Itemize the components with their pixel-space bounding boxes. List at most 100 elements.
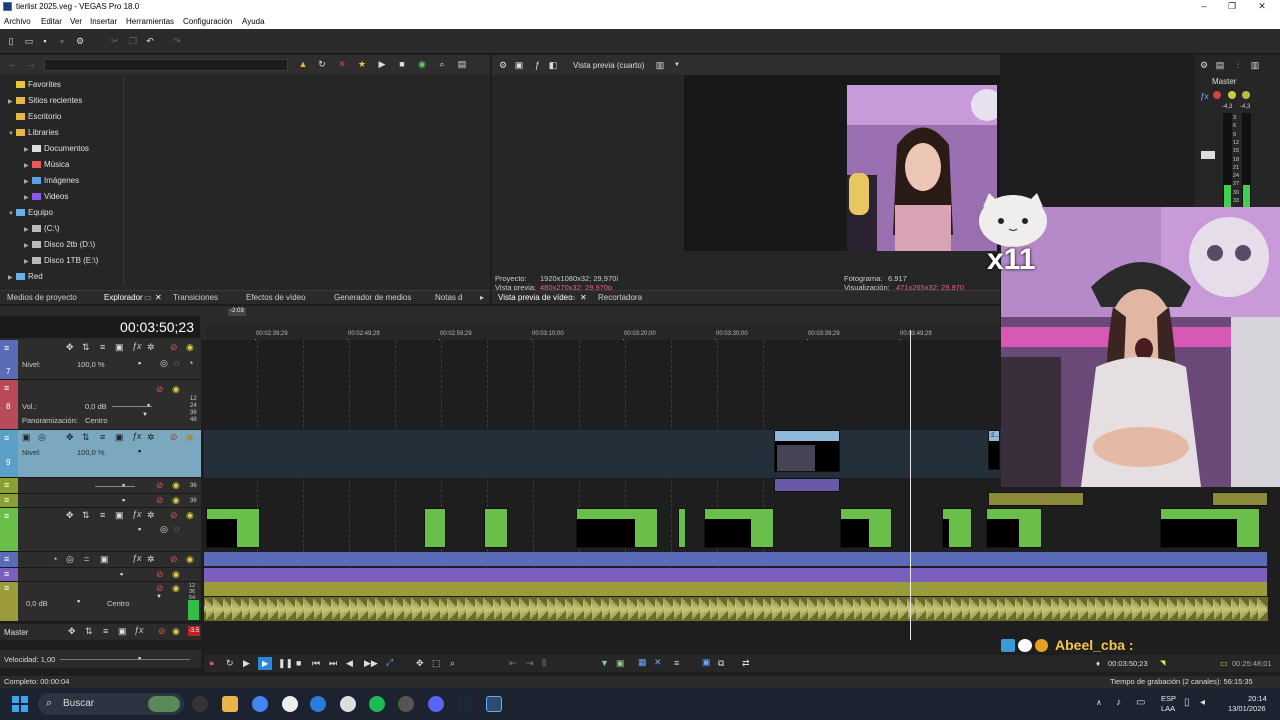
tray-network-icon[interactable]: ▯ bbox=[1184, 697, 1190, 708]
track-solo-icon[interactable]: ◉ bbox=[172, 495, 180, 506]
audio-pan-knob[interactable]: ▼ bbox=[156, 594, 162, 600]
track-motion-icon[interactable]: ✥ bbox=[66, 432, 74, 443]
next-frame-icon[interactable]: ▶▶ bbox=[364, 658, 378, 669]
track-menu-icon[interactable]: ≡ bbox=[4, 343, 9, 353]
track-automation-icon[interactable]: ✲ bbox=[147, 342, 155, 353]
video-clip[interactable] bbox=[774, 430, 840, 472]
file-explorer-icon[interactable] bbox=[222, 696, 238, 712]
menu-herramientas[interactable]: Herramientas bbox=[126, 17, 174, 26]
track-mute-icon[interactable]: ⊘ bbox=[156, 583, 164, 594]
audio-waveform[interactable] bbox=[204, 597, 1268, 621]
redo-icon[interactable]: ↷ bbox=[172, 36, 182, 46]
tree-expand-icon[interactable]: ▶ bbox=[24, 178, 32, 185]
track1-level-slider[interactable]: ▪ bbox=[138, 358, 141, 368]
video-clip-green[interactable] bbox=[840, 508, 892, 548]
track-menu-icon[interactable]: ≡ bbox=[4, 480, 9, 490]
video-clip-green[interactable] bbox=[484, 508, 508, 548]
tree-expand-icon[interactable]: ▶ bbox=[24, 258, 32, 265]
envelope-tool-icon[interactable]: ✥ bbox=[416, 658, 424, 669]
track-menu-icon[interactable]: ≡ bbox=[4, 511, 9, 521]
track6-level-slider[interactable]: ▪ bbox=[138, 524, 141, 534]
tree-item-star[interactable]: Favorites bbox=[8, 80, 61, 92]
track-solo-icon[interactable]: ◉ bbox=[172, 480, 180, 491]
widgets-icon[interactable] bbox=[192, 696, 208, 712]
track-compositing-icon[interactable]: ⇅ bbox=[82, 342, 90, 353]
preview-settings-icon[interactable]: ⚙ bbox=[498, 60, 508, 70]
track-motion-icon[interactable]: ✥ bbox=[66, 510, 74, 521]
track-mute-icon[interactable]: ⊘ bbox=[170, 554, 178, 565]
tree-expand-icon[interactable]: ▶ bbox=[8, 98, 16, 105]
tree-item-doc[interactable]: ▶ Documentos bbox=[24, 144, 89, 156]
track-composite-mode-icon[interactable]: ≡ bbox=[100, 510, 105, 520]
tree-expand-icon[interactable]: ▶ bbox=[24, 194, 32, 201]
video-clip-green[interactable] bbox=[678, 508, 686, 548]
track6-link-icon[interactable]: ◎ bbox=[160, 524, 168, 535]
tree-item-folder[interactable]: ▶ Sitios recientes bbox=[8, 96, 82, 108]
track-mute-icon[interactable]: ⊘ bbox=[170, 432, 178, 443]
track-fx-icon[interactable]: ƒx bbox=[132, 431, 142, 441]
menu-ayuda[interactable]: Ayuda bbox=[242, 17, 265, 26]
clock-date[interactable]: 13/01/2026 bbox=[1228, 704, 1266, 713]
track-solo-icon[interactable]: ◉ bbox=[172, 569, 180, 580]
track-header-audio-7[interactable]: ≡ ◔ ◎ = ▣ ƒx ✲ ⊘ ◉ bbox=[0, 552, 201, 568]
master-mixer-icon[interactable]: ▤ bbox=[1215, 60, 1225, 70]
ripple-icon[interactable]: ≡ bbox=[674, 658, 679, 668]
preview-quality-select[interactable]: Vista previa (cuarto) bbox=[573, 61, 644, 70]
app-grey-icon[interactable] bbox=[398, 696, 414, 712]
preview-tab-undock-icon[interactable]: ▭ bbox=[568, 293, 576, 302]
tab-vista-previa-video[interactable]: Vista previa de vídeo bbox=[498, 293, 573, 302]
split-screen-icon[interactable]: ◧ bbox=[548, 60, 558, 70]
minimize-button[interactable]: – bbox=[1192, 1, 1216, 11]
lang-layout[interactable]: LAA bbox=[1161, 704, 1175, 713]
track-mute-icon[interactable]: ⊘ bbox=[156, 384, 164, 395]
master-eq-icon[interactable]: ⫶ bbox=[1233, 60, 1243, 70]
master-settings-icon[interactable]: ⚙ bbox=[1199, 60, 1209, 70]
stop-icon[interactable]: ■ bbox=[397, 59, 407, 69]
clip-olive[interactable] bbox=[988, 492, 1084, 506]
track-solo-icon[interactable]: ◉ bbox=[186, 554, 194, 565]
master-mute-icon[interactable] bbox=[1213, 91, 1221, 99]
track-solo-icon[interactable]: ◉ bbox=[186, 342, 194, 353]
playhead-cursor[interactable] bbox=[910, 330, 911, 640]
track-compositing-icon[interactable]: ⇅ bbox=[82, 510, 90, 521]
tab-transiciones[interactable]: Transiciones bbox=[173, 293, 218, 302]
loop-icon[interactable]: ↻ bbox=[226, 658, 234, 669]
audio-clip-row[interactable] bbox=[204, 552, 1268, 566]
tree-expand-icon[interactable]: ▶ bbox=[24, 162, 32, 169]
track-mute-icon[interactable]: ⊘ bbox=[156, 480, 164, 491]
track2-vol-knob[interactable]: ▪ bbox=[147, 400, 150, 410]
menu-archivo[interactable]: Archivo bbox=[4, 17, 31, 26]
play-button[interactable]: ▶ bbox=[258, 657, 272, 670]
pause-icon[interactable]: ❚❚ bbox=[278, 658, 293, 669]
taskbar-search[interactable]: ⌕ Buscar bbox=[38, 693, 184, 715]
track-eq-icon[interactable]: = bbox=[84, 554, 89, 564]
tray-mic-icon[interactable]: ♪ bbox=[1116, 697, 1121, 708]
tree-item-folder[interactable]: ▼ Libraries bbox=[8, 128, 59, 140]
tree-item-net[interactable]: ▶ Red bbox=[8, 272, 43, 284]
favorite-star-icon[interactable]: ★ bbox=[357, 59, 367, 69]
app-blue-icon[interactable] bbox=[310, 696, 326, 712]
tab-generador-medios[interactable]: Generador de medios bbox=[334, 293, 411, 302]
stop-transport-icon[interactable]: ■ bbox=[296, 658, 301, 668]
undo-icon[interactable]: ↶ bbox=[145, 36, 155, 46]
track-expand-icon[interactable]: ▣ bbox=[22, 432, 31, 443]
track-lock-icon[interactable]: ◎ bbox=[66, 554, 74, 565]
track-header-video-3[interactable]: ≡ ▣ ◎ ✥ ⇅ ≡ ▣ ƒx ✲ ⊘ ◉ Nivel: 100,0 % ▪ … bbox=[0, 430, 201, 478]
prev-frame-icon[interactable]: ◀ bbox=[346, 658, 353, 669]
track-header-video-6[interactable]: ≡ ✥ ⇅ ≡ ▣ ƒx ✲ ⊘ ◉ ▪ ◎ ◌ bbox=[0, 508, 201, 552]
spotify-icon[interactable] bbox=[369, 696, 385, 712]
track8-slider-knob[interactable]: ▪ bbox=[120, 569, 123, 579]
edit-tool-icon[interactable]: ⤢ bbox=[386, 657, 393, 668]
steam-icon[interactable] bbox=[457, 696, 473, 712]
overlays-icon[interactable]: ▥ bbox=[655, 60, 665, 70]
tray-arrow-icon[interactable]: ∧ bbox=[1096, 698, 1102, 707]
track-mask-icon[interactable]: ▣ bbox=[115, 432, 124, 443]
tree-expand-icon[interactable]: ▼ bbox=[8, 211, 16, 217]
track-header-video-5[interactable]: ≡ ▪ ⊘ ◉ 36 bbox=[0, 494, 201, 508]
menu-editar[interactable]: Editar bbox=[41, 17, 62, 26]
master-row-fx-icon[interactable]: ƒx bbox=[134, 625, 144, 635]
master-link-button[interactable] bbox=[1201, 151, 1215, 159]
track-compositing-icon[interactable]: ⇅ bbox=[82, 432, 90, 443]
delete-icon[interactable]: ✕ bbox=[337, 59, 347, 69]
track4-slider-knob[interactable]: ▪ bbox=[122, 480, 125, 490]
